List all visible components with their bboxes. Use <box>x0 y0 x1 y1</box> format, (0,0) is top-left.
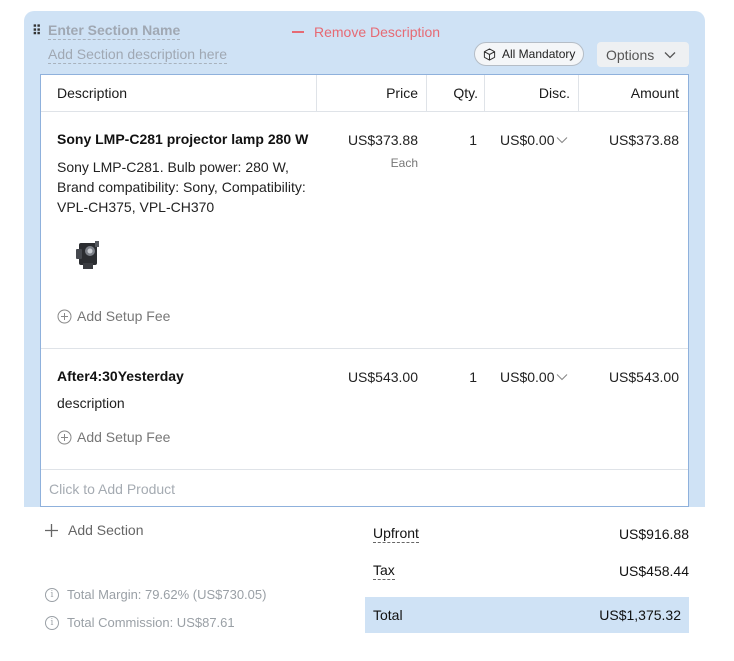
header-qty: Qty. <box>453 85 478 101</box>
header-description: Description <box>57 85 128 101</box>
total-commission: i Total Commission: US$87.61 <box>45 615 235 630</box>
drag-handle-icon[interactable]: ⠿ <box>32 23 41 39</box>
info-icon[interactable]: i <box>45 615 59 630</box>
tax-value: US$458.44 <box>618 563 689 579</box>
chevron-down-icon <box>557 137 568 144</box>
total-label: Total <box>373 607 403 623</box>
header-price: Price <box>386 85 418 101</box>
add-setup-fee-button[interactable]: Add Setup Fee <box>57 308 170 324</box>
plus-circle-icon <box>57 309 72 323</box>
chevron-down-icon <box>557 374 568 381</box>
amount-value: US$373.88 <box>608 132 679 148</box>
table-row[interactable]: Sony LMP-C281 projector lamp 280 W Sony … <box>41 112 688 349</box>
total-commission-text: Total Commission: US$87.61 <box>67 615 235 630</box>
projector-lamp-image <box>76 241 99 269</box>
add-setup-fee-button[interactable]: Add Setup Fee <box>57 429 170 445</box>
options-dropdown[interactable]: Options <box>597 42 689 67</box>
add-section-label: Add Section <box>68 522 144 538</box>
plus-circle-icon <box>57 430 72 444</box>
column-divider <box>578 75 579 112</box>
quote-section: ⠿ Enter Section Name Add Section descrip… <box>24 11 705 507</box>
add-section-button[interactable]: Add Section <box>44 522 144 538</box>
table-header: Description Price Qty. Disc. Amount <box>41 75 688 112</box>
discount-select[interactable]: US$0.00 <box>500 369 568 385</box>
info-icon[interactable]: i <box>45 587 59 602</box>
add-setup-fee-label: Add Setup Fee <box>77 308 171 324</box>
discount-select[interactable]: US$0.00 <box>500 132 568 148</box>
price-unit: Each <box>390 156 418 170</box>
upfront-label: Upfront <box>373 525 419 543</box>
total-margin: i Total Margin: 79.62% (US$730.05) <box>45 587 266 602</box>
chevron-down-icon <box>664 51 676 58</box>
add-setup-fee-label: Add Setup Fee <box>77 429 171 445</box>
qty-value[interactable]: 1 <box>469 132 477 148</box>
upfront-value: US$916.88 <box>618 526 689 542</box>
section-description-input[interactable]: Add Section description here <box>48 46 227 64</box>
header-disc: Disc. <box>538 85 570 101</box>
minus-icon <box>292 31 304 33</box>
remove-description-button[interactable]: Remove Description <box>292 24 440 40</box>
product-description[interactable]: Sony LMP-C281. Bulb power: 280 W, Brand … <box>57 157 307 217</box>
column-divider <box>316 75 317 112</box>
discount-value: US$0.00 <box>500 369 555 385</box>
all-mandatory-label: All Mandatory <box>502 47 576 61</box>
product-description[interactable]: description <box>57 393 307 413</box>
cube-icon <box>483 47 496 61</box>
all-mandatory-button[interactable]: All Mandatory <box>474 42 585 66</box>
remove-description-label: Remove Description <box>314 24 441 40</box>
total-value: US$1,375.32 <box>599 607 681 623</box>
column-divider <box>484 75 485 112</box>
price-value[interactable]: US$543.00 <box>348 369 418 385</box>
add-product-input[interactable]: Click to Add Product <box>49 481 175 497</box>
discount-value: US$0.00 <box>500 132 555 148</box>
options-label: Options <box>606 46 655 63</box>
tax-label[interactable]: Tax <box>373 562 395 580</box>
plus-icon <box>45 523 58 537</box>
section-name-input[interactable]: Enter Section Name <box>48 22 181 40</box>
table-row[interactable]: After4:30Yesterday description US$543.00… <box>41 349 688 470</box>
total-row: Total US$1,375.32 <box>365 597 689 633</box>
amount-value: US$543.00 <box>608 369 679 385</box>
column-divider <box>426 75 427 112</box>
product-name[interactable]: After4:30Yesterday <box>57 368 184 384</box>
price-value[interactable]: US$373.88 <box>348 132 418 148</box>
line-items-table: Description Price Qty. Disc. Amount Sony… <box>40 74 689 507</box>
total-margin-text: Total Margin: 79.62% (US$730.05) <box>67 587 267 602</box>
qty-value[interactable]: 1 <box>469 369 477 385</box>
product-name[interactable]: Sony LMP-C281 projector lamp 280 W <box>57 131 308 147</box>
header-amount: Amount <box>630 85 679 101</box>
